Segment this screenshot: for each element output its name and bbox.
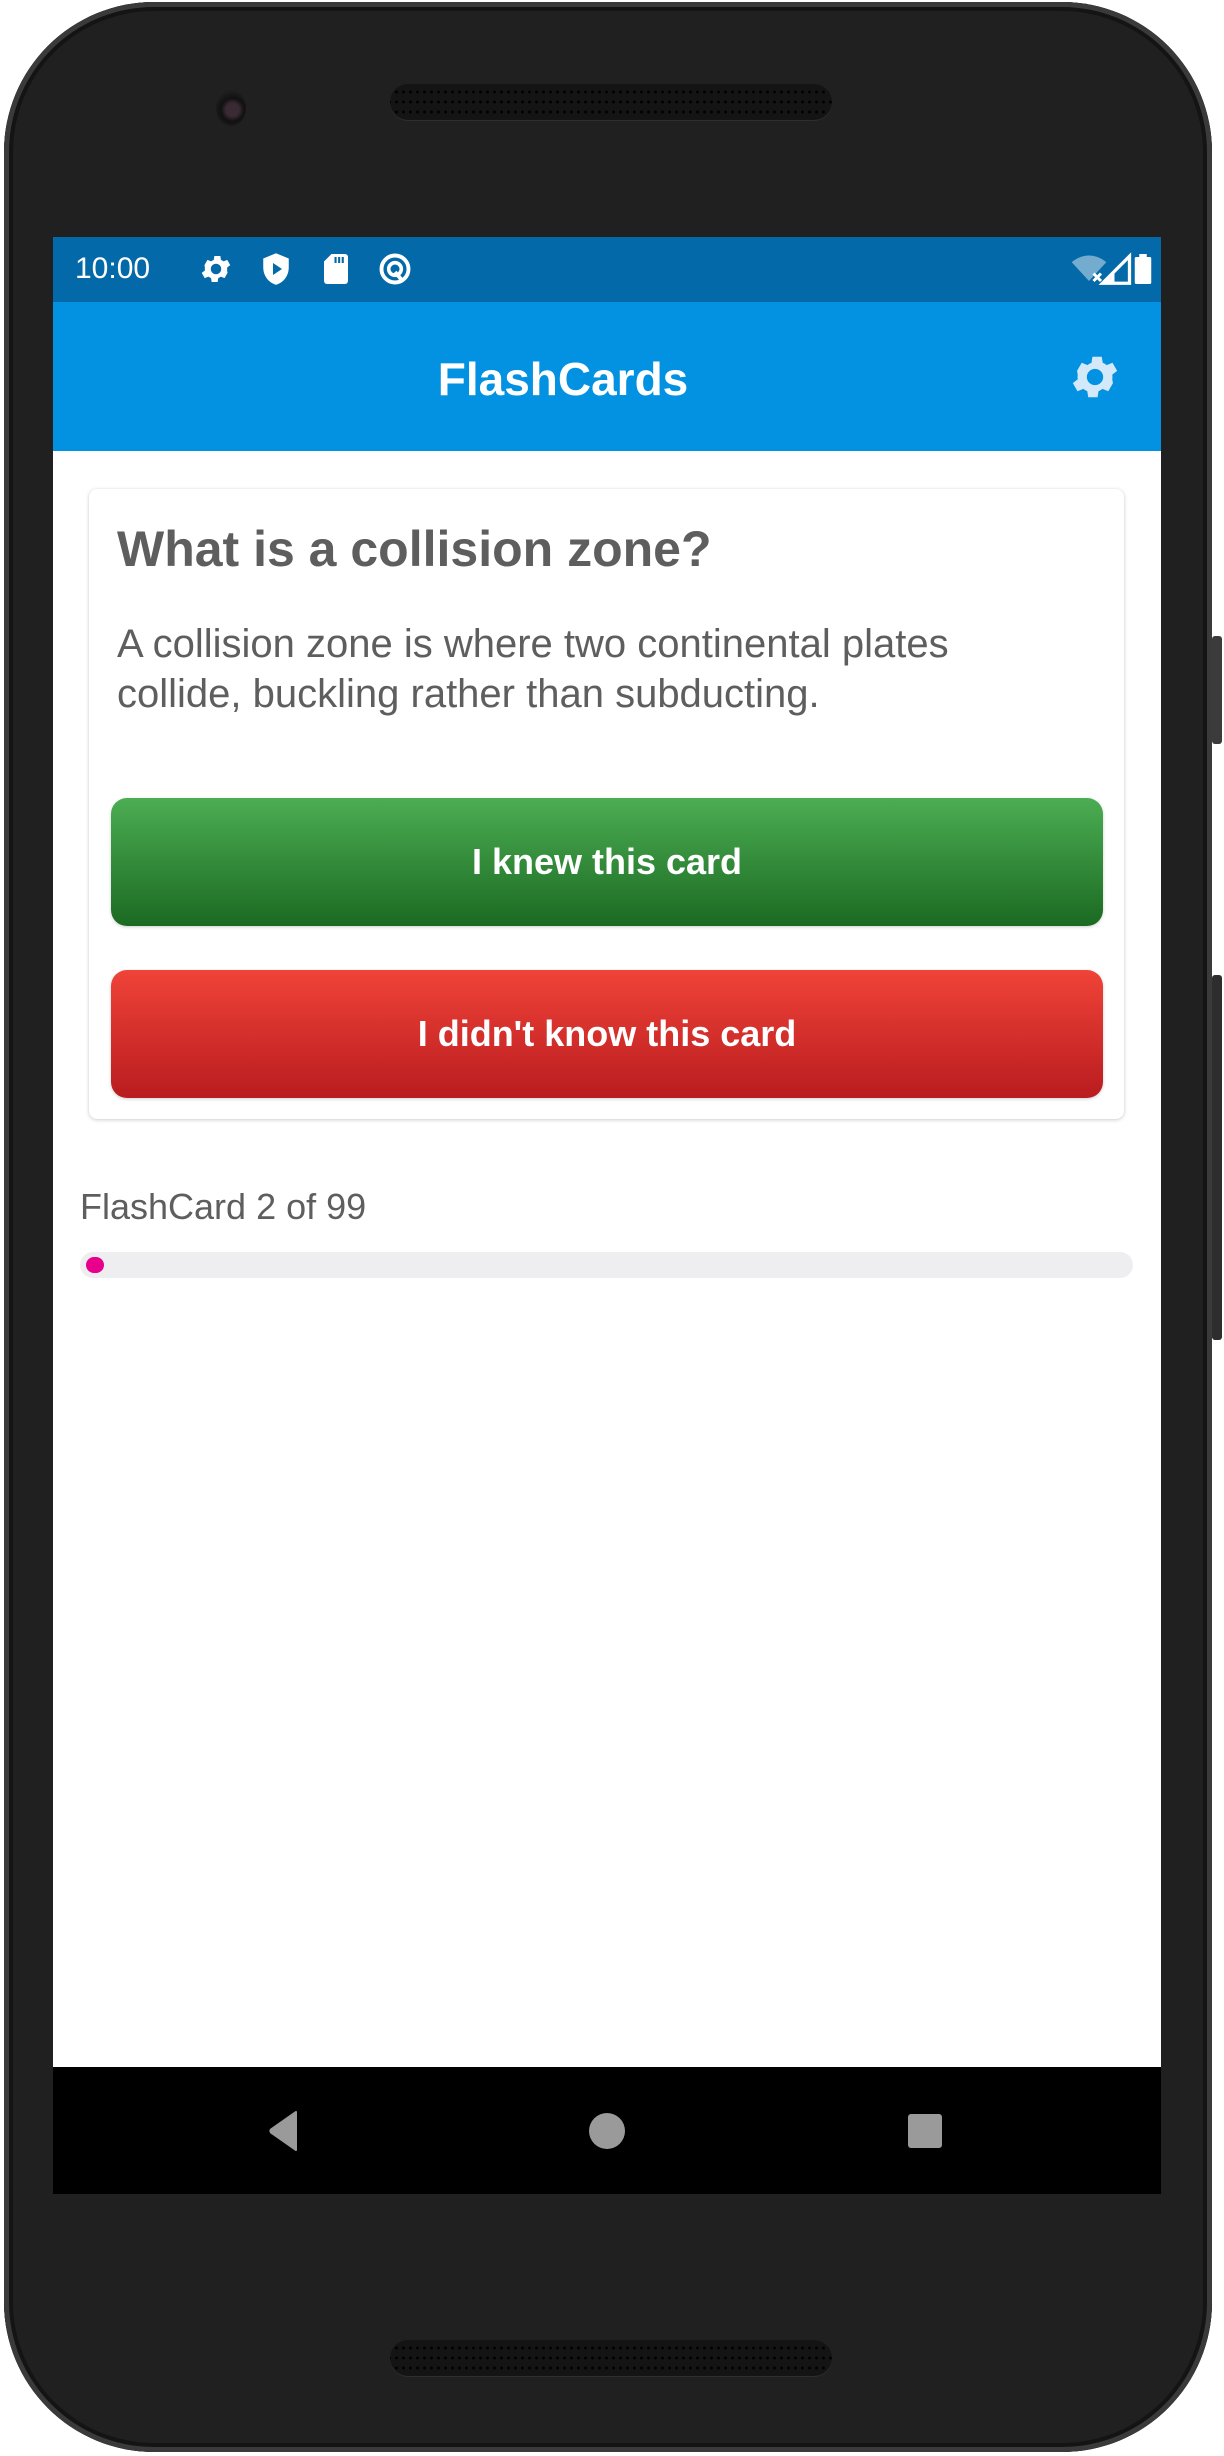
front-camera <box>216 90 246 126</box>
shield-play-icon <box>258 251 294 287</box>
power-button <box>1212 975 1222 1340</box>
settings-gear-icon <box>198 251 234 287</box>
recents-icon[interactable] <box>901 2107 949 2155</box>
bottom-speaker <box>390 2340 832 2376</box>
sd-card-icon <box>318 251 354 287</box>
app-title: FlashCards <box>437 353 689 405</box>
card-question: What is a collision zone? <box>117 521 712 577</box>
battery-icon <box>1125 251 1161 287</box>
volume-button <box>1212 636 1222 744</box>
progress-fill <box>86 1257 104 1273</box>
progress-bar <box>80 1252 1133 1278</box>
knew-card-button[interactable]: I knew this card <box>111 798 1103 926</box>
didnt-know-card-button[interactable]: I didn't know this card <box>111 970 1103 1098</box>
screen: 10:00 FlashCards What is a collision zon <box>53 237 1161 2194</box>
gear-icon[interactable] <box>1067 349 1123 405</box>
earpiece-speaker <box>390 84 832 120</box>
back-icon[interactable] <box>260 2107 308 2155</box>
app-bar: FlashCards <box>53 302 1161 451</box>
status-bar: 10:00 <box>53 237 1161 302</box>
navigation-bar <box>53 2067 1161 2194</box>
q-logo-icon <box>377 251 413 287</box>
progress-label: FlashCard 2 of 99 <box>80 1186 367 1227</box>
card-answer: A collision zone is where two continenta… <box>117 622 949 716</box>
home-icon[interactable] <box>583 2107 631 2155</box>
flashcard: What is a collision zone? A collision zo… <box>89 489 1124 1119</box>
status-time: 10:00 <box>75 252 151 285</box>
